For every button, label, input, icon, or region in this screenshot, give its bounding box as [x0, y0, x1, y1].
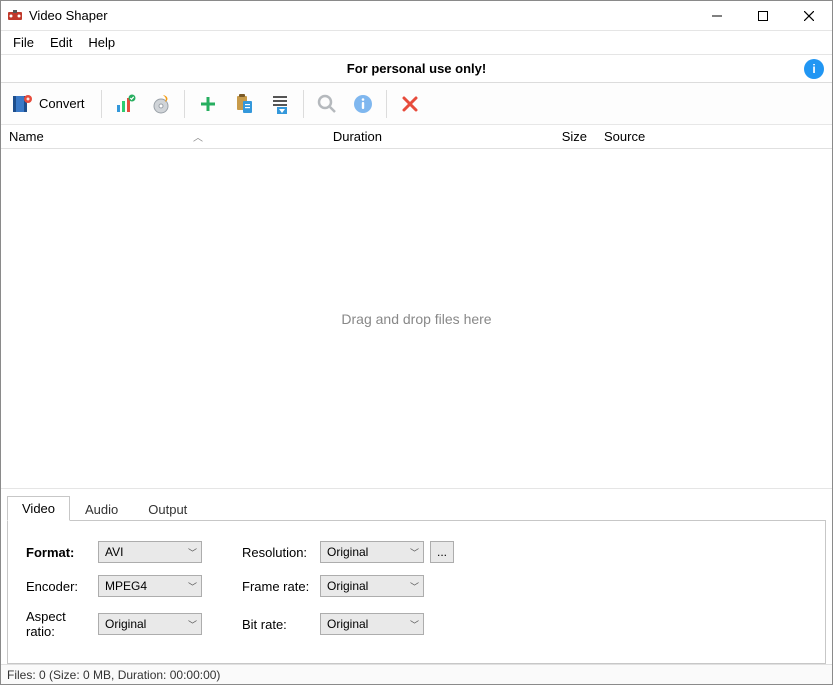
chevron-down-icon: ﹀	[410, 580, 419, 593]
tab-output[interactable]: Output	[133, 497, 202, 521]
column-duration[interactable]: Duration	[216, 125, 391, 148]
column-source-label: Source	[604, 129, 645, 144]
resolution-select[interactable]: Original ﹀	[320, 541, 424, 563]
status-bar: Files: 0 (Size: 0 MB, Duration: 00:00:00…	[1, 664, 832, 684]
burn-disc-button[interactable]	[144, 87, 178, 121]
x-icon	[400, 94, 420, 114]
list-dropdown-button[interactable]	[263, 87, 297, 121]
tab-video[interactable]: Video	[7, 496, 70, 521]
aspect-label: Aspect ratio:	[26, 609, 98, 639]
format-select[interactable]: AVI ﹀	[98, 541, 202, 563]
column-size[interactable]: Size	[391, 125, 596, 148]
framerate-value: Original	[327, 579, 368, 593]
chevron-down-icon: ﹀	[188, 580, 197, 593]
clipboard-paste-icon	[234, 93, 254, 115]
resolution-label: Resolution:	[242, 545, 320, 560]
menu-bar: File Edit Help	[1, 31, 832, 55]
column-size-label: Size	[562, 129, 587, 144]
app-window: Video Shaper File Edit Help For personal…	[0, 0, 833, 685]
window-title: Video Shaper	[29, 8, 108, 23]
toolbar-separator	[386, 90, 387, 118]
maximize-button[interactable]	[740, 1, 786, 31]
title-bar: Video Shaper	[1, 1, 832, 31]
convert-button[interactable]: Convert	[7, 87, 95, 121]
aspect-select[interactable]: Original ﹀	[98, 613, 202, 635]
toolbar-separator	[101, 90, 102, 118]
encoder-select[interactable]: MPEG4 ﹀	[98, 575, 202, 597]
toolbar: Convert	[1, 83, 832, 125]
drop-hint: Drag and drop files here	[341, 311, 491, 327]
banner-message: For personal use only!	[347, 61, 486, 76]
chevron-down-icon: ﹀	[410, 546, 419, 559]
sort-indicator-icon: ︿	[193, 129, 203, 144]
list-header: Name ︿ Duration Size Source	[1, 125, 832, 149]
bitrate-label: Bit rate:	[242, 617, 320, 632]
menu-edit[interactable]: Edit	[42, 33, 80, 52]
disc-burn-icon	[150, 93, 172, 115]
add-button[interactable]	[191, 87, 225, 121]
column-duration-label: Duration	[333, 129, 382, 144]
plus-icon	[198, 94, 218, 114]
format-label: Format:	[26, 545, 98, 560]
equalizer-button[interactable]	[108, 87, 142, 121]
file-list-drop-area[interactable]: Drag and drop files here	[1, 149, 832, 488]
paste-button[interactable]	[227, 87, 261, 121]
aspect-value: Original	[105, 617, 146, 631]
search-button[interactable]	[310, 87, 344, 121]
equalizer-icon	[114, 93, 136, 115]
minimize-button[interactable]	[694, 1, 740, 31]
chevron-down-icon: ﹀	[410, 618, 419, 631]
tab-audio[interactable]: Audio	[70, 497, 133, 521]
tab-strip: Video Audio Output	[7, 495, 826, 521]
magnifier-icon	[316, 93, 338, 115]
encoder-label: Encoder:	[26, 579, 98, 594]
chevron-down-icon: ﹀	[188, 618, 197, 631]
filmstrip-icon	[11, 93, 33, 115]
close-button[interactable]	[786, 1, 832, 31]
framerate-label: Frame rate:	[242, 579, 320, 594]
encoder-value: MPEG4	[105, 579, 147, 593]
convert-label: Convert	[39, 96, 85, 111]
resolution-value: Original	[327, 545, 368, 559]
toolbar-separator	[303, 90, 304, 118]
bitrate-value: Original	[327, 617, 368, 631]
status-text: Files: 0 (Size: 0 MB, Duration: 00:00:00…	[7, 668, 220, 682]
column-name-label: Name	[9, 129, 44, 144]
toolbar-separator	[184, 90, 185, 118]
banner: For personal use only! i	[1, 55, 832, 83]
chevron-down-icon: ﹀	[188, 546, 197, 559]
settings-panel: Video Audio Output Format: AVI ﹀ Resoluti…	[1, 488, 832, 664]
column-name[interactable]: Name ︿	[1, 125, 216, 148]
list-dropdown-icon	[270, 93, 290, 115]
info-circle-icon	[352, 93, 374, 115]
menu-help[interactable]: Help	[80, 33, 123, 52]
video-panel: Format: AVI ﹀ Resolution: Original ﹀ ... E…	[7, 521, 826, 664]
info-icon[interactable]: i	[804, 59, 824, 79]
framerate-select[interactable]: Original ﹀	[320, 575, 424, 597]
column-source[interactable]: Source	[596, 125, 832, 148]
format-value: AVI	[105, 545, 123, 559]
bitrate-select[interactable]: Original ﹀	[320, 613, 424, 635]
info-button[interactable]	[346, 87, 380, 121]
app-icon	[7, 8, 23, 24]
menu-file[interactable]: File	[5, 33, 42, 52]
resolution-more-button[interactable]: ...	[430, 541, 454, 563]
remove-button[interactable]	[393, 87, 427, 121]
